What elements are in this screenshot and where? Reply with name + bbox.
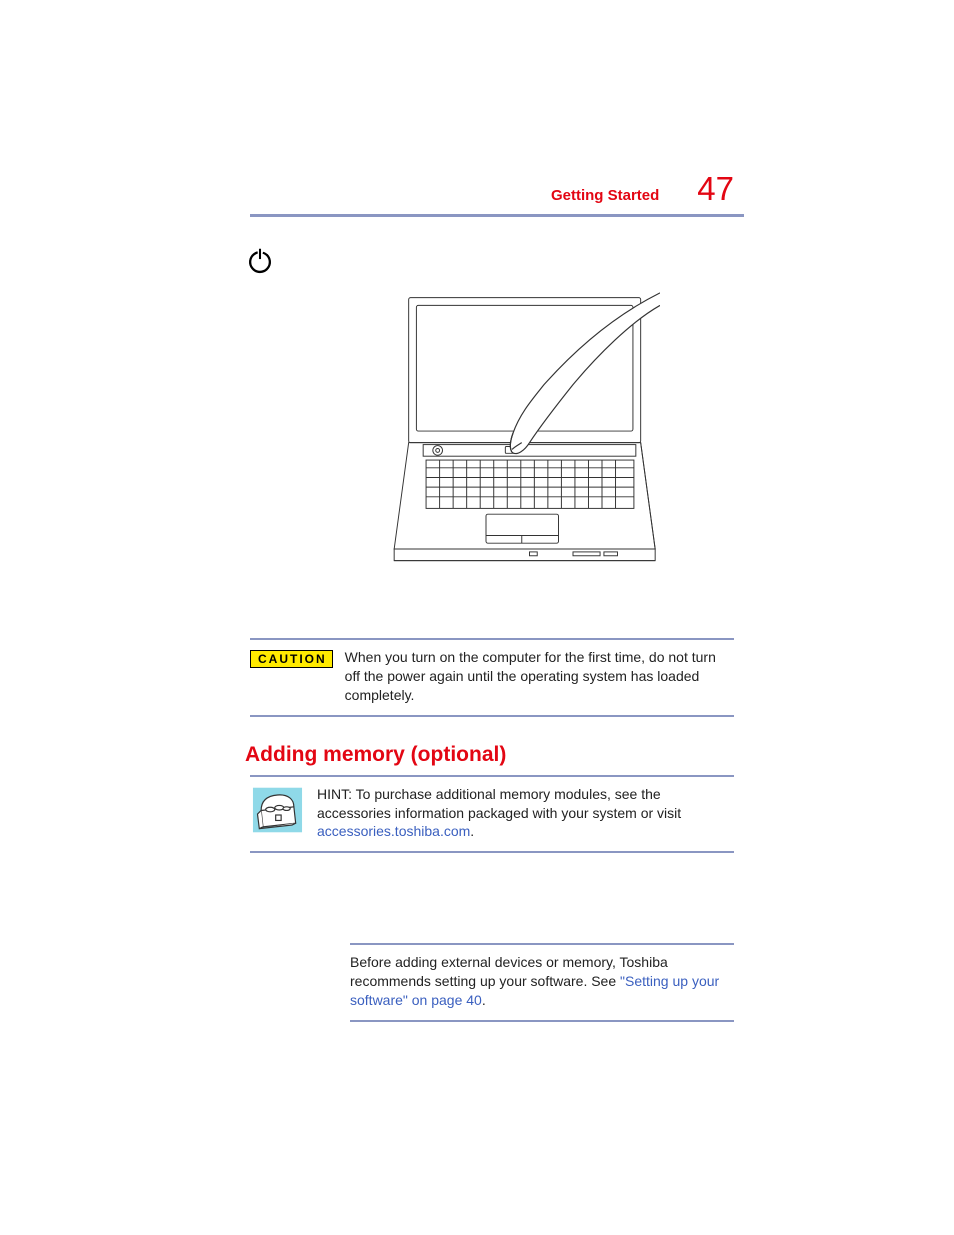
caution-badge: CAUTION xyxy=(250,650,333,668)
callout-rule-bottom xyxy=(250,715,734,717)
power-icon xyxy=(245,245,734,280)
hint-text-prefix: HINT: To purchase additional memory modu… xyxy=(317,786,681,821)
accessories-link[interactable]: accessories.toshiba.com xyxy=(317,823,470,839)
page-number: 47 xyxy=(697,170,734,208)
caution-text: When you turn on the computer for the fi… xyxy=(345,648,734,705)
laptop-illustration xyxy=(245,288,734,578)
note-callout: Before adding external devices or memory… xyxy=(350,943,734,1022)
note-rule-bottom xyxy=(350,1020,734,1022)
section-heading: Adding memory (optional) xyxy=(245,743,734,767)
page-header: Getting Started 47 xyxy=(250,170,744,208)
hint-text: HINT: To purchase additional memory modu… xyxy=(317,785,734,842)
hint-icon xyxy=(250,785,305,840)
note-text-suffix: . xyxy=(482,992,486,1008)
hint-text-suffix: . xyxy=(470,823,474,839)
section-label: Getting Started xyxy=(551,187,659,204)
header-rule xyxy=(250,214,744,217)
document-page: Getting Started 47 xyxy=(0,0,954,1022)
note-text: Before adding external devices or memory… xyxy=(350,945,734,1020)
hint-callout: HINT: To purchase additional memory modu… xyxy=(250,775,734,854)
caution-callout: CAUTION When you turn on the computer fo… xyxy=(250,638,734,717)
